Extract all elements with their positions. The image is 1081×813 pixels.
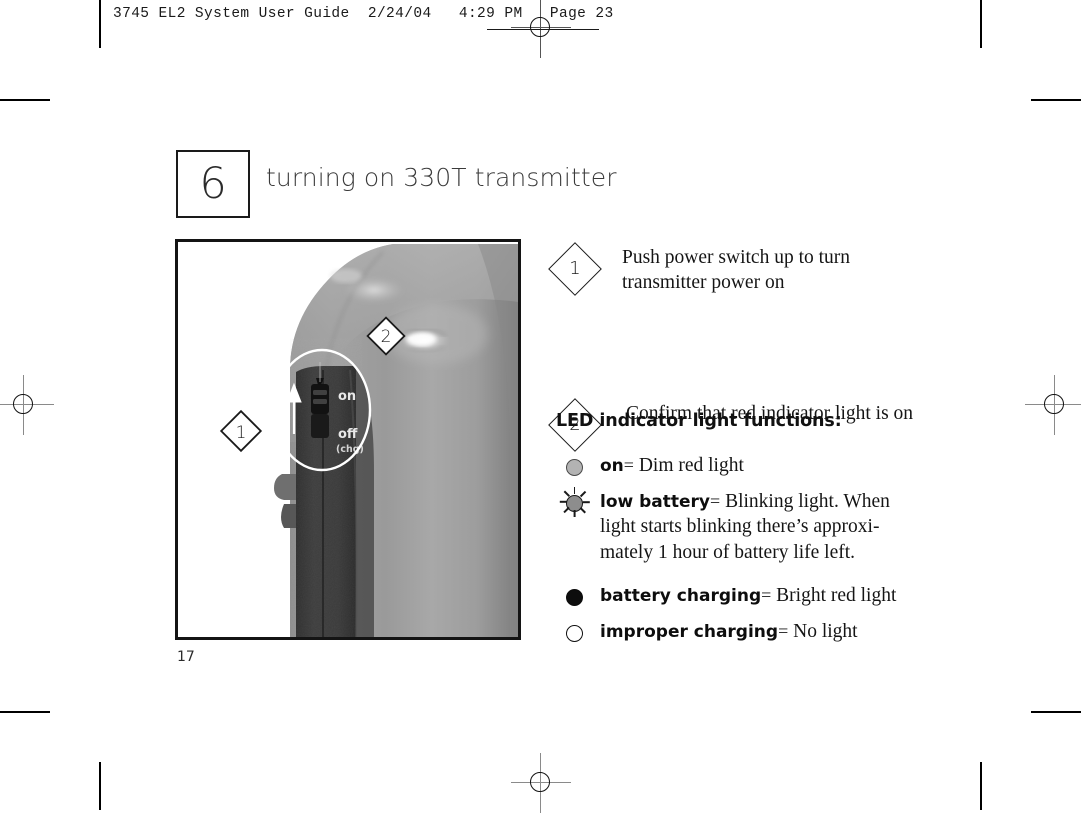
led-solid-circle-icon	[560, 585, 596, 611]
led-ray	[559, 501, 567, 503]
led-item-text: battery charging= Bright red light	[600, 583, 916, 608]
led-ray	[573, 487, 576, 494]
instruction-steps: 1 Push power switch up to turn transmitt…	[548, 242, 916, 452]
crop-mark-top-right-horizontal	[1031, 99, 1081, 101]
led-item-text: on= Dim red light	[600, 453, 916, 478]
led-separator: =	[623, 455, 634, 475]
registration-mark-bottom	[511, 753, 571, 813]
led-description: Bright red light	[776, 585, 897, 607]
crop-mark-bottom-right-vertical	[980, 762, 982, 810]
led-separator: =	[710, 491, 721, 511]
transmitter-photo-image: on off (chg) 2 1	[178, 242, 518, 637]
led-ray	[579, 507, 586, 514]
led-dot	[566, 459, 583, 476]
svg-text:off: off	[338, 427, 358, 442]
step-marker-label: 1	[569, 258, 581, 279]
svg-text:2: 2	[381, 327, 392, 347]
registration-circle	[1044, 394, 1064, 414]
led-list-item-on: on= Dim red light	[556, 453, 916, 479]
page-title: turning on 330T transmitter	[266, 163, 617, 192]
registration-circle	[13, 394, 33, 414]
led-term: low battery	[600, 492, 711, 512]
led-separator: =	[761, 585, 772, 606]
registration-circle	[530, 772, 550, 792]
crop-mark-bottom-right-horizontal	[1031, 711, 1081, 713]
crop-mark-bottom-left-vertical	[99, 762, 101, 810]
led-list-item-improper-charging: improper charging= No light	[556, 619, 916, 645]
led-ray	[563, 490, 570, 497]
led-blinking-sun-icon	[556, 487, 592, 517]
diamond-callout-1: 1	[548, 242, 602, 296]
crop-mark-top-left-vertical	[99, 0, 101, 48]
led-term: battery charging	[600, 586, 762, 607]
print-slug: 3745 EL2 System User Guide 2/24/04 4:29 …	[113, 6, 614, 22]
led-ray	[582, 501, 590, 503]
led-item-text: improper charging= No light	[600, 619, 916, 644]
page-number: 17	[177, 649, 195, 665]
chapter-number-box: 6	[176, 150, 250, 218]
led-list-item-battery-charging: battery charging= Bright red light	[556, 583, 916, 609]
led-description: No light	[793, 621, 858, 643]
led-ray	[579, 490, 586, 497]
led-function-list: on= Dim red light low battery= Blinking …	[556, 453, 916, 655]
svg-text:1: 1	[236, 423, 247, 443]
chapter-number: 6	[199, 158, 227, 209]
led-hollow-circle-icon	[560, 621, 596, 647]
led-description: Dim red light	[638, 455, 744, 476]
print-slug-rule	[487, 29, 599, 30]
transmitter-photo: on off (chg) 2 1	[175, 239, 521, 640]
led-ray	[573, 510, 576, 517]
led-list-item-low-battery: low battery= Blinking light. When light …	[556, 487, 916, 565]
led-separator: =	[778, 621, 789, 642]
step-item-1: 1 Push power switch up to turn transmitt…	[548, 242, 916, 302]
registration-mark-right	[1025, 375, 1081, 435]
led-item-text: low battery= Blinking light. When light …	[600, 489, 916, 565]
led-dim-circle-icon	[560, 455, 596, 481]
crop-mark-top-left-horizontal	[0, 99, 50, 101]
led-section-heading: LED indicator light functions:	[556, 411, 842, 431]
crop-mark-top-right-vertical	[980, 0, 982, 48]
led-term: on	[600, 456, 624, 476]
registration-mark-left	[0, 375, 54, 435]
crop-mark-bottom-left-horizontal	[0, 711, 50, 713]
led-term: improper charging	[600, 622, 779, 643]
step-item-2: 2 Confirm that red indicator light is on	[548, 324, 916, 452]
led-dot	[566, 589, 583, 607]
led-dot	[566, 625, 583, 643]
step-text-1: Push power switch up to turn transmitter…	[622, 247, 851, 293]
svg-text:on: on	[338, 389, 356, 404]
